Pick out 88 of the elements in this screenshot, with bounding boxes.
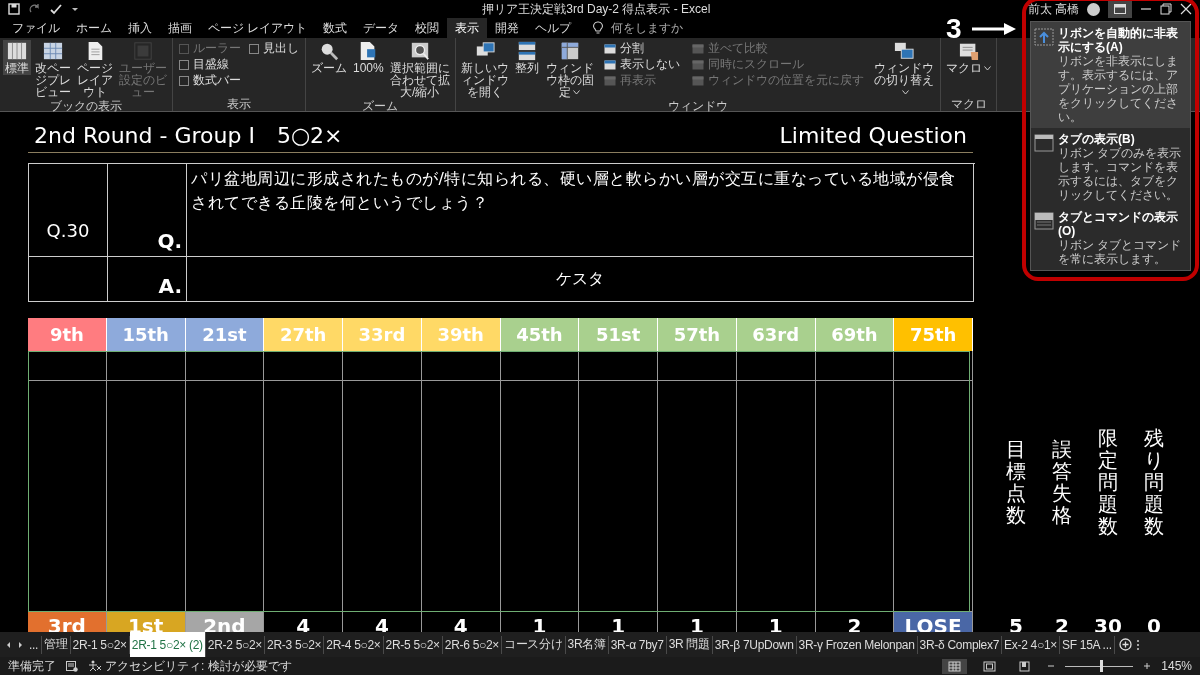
window-title: 押リア王決定戦3rd Day-2 得点表示 - Excel bbox=[481, 0, 712, 18]
stat-label: 誤答失格 bbox=[1052, 437, 1072, 526]
stat-label: 目標点数 bbox=[1006, 437, 1026, 526]
column-header: 9th bbox=[28, 318, 107, 351]
sheet-tab[interactable]: 2R-6 5○2× bbox=[442, 635, 503, 654]
table-cell: パリ盆地周辺に形成されたものが/特に知られる、硬い層と軟らかい層が交互に重なっている地域が侵食されてできる丘陵を何というでしょう？ bbox=[187, 164, 974, 257]
ribbon-button[interactable]: 選択範囲に合わせて拡大/縮小 bbox=[387, 40, 452, 99]
column-header: 39th bbox=[421, 318, 501, 351]
ribbon-button[interactable]: ズーム bbox=[309, 40, 349, 75]
sheet-tab[interactable]: SF 15A ... bbox=[1060, 635, 1115, 654]
zoom-level[interactable]: 145% bbox=[1161, 659, 1192, 673]
ribbon-tab[interactable]: 校閲 bbox=[407, 18, 448, 38]
table-cell: ケスタ bbox=[187, 257, 974, 302]
ribbon-tab[interactable]: 描画 bbox=[160, 18, 200, 38]
menu-item-description: リボン タブとコマンドを常に表示します。 bbox=[1058, 238, 1183, 266]
menu-item-title: タブの表示(B) bbox=[1058, 132, 1136, 146]
ribbon-button[interactable]: ページレイアウト bbox=[75, 40, 115, 99]
checkbox-label: 数式バー bbox=[193, 72, 241, 89]
search-field[interactable]: 何をしますか bbox=[609, 20, 714, 36]
column-header: 57th bbox=[658, 318, 737, 351]
sheet-tab[interactable]: 3R-γ Frozen Melonpan bbox=[796, 635, 918, 654]
ribbon-button[interactable]: 新しいウィンドウを開く bbox=[458, 40, 511, 99]
status-text: 準備完了 bbox=[8, 657, 56, 675]
ribbon-button[interactable]: 分割 bbox=[602, 41, 683, 56]
menu-item[interactable]: リボンを自動的に非表示にする(A) リボンを非表示にします。表示するには、アプリケーションの上部をクリックしてください。 bbox=[1031, 22, 1190, 128]
ribbon-tab[interactable]: ホーム bbox=[68, 18, 120, 38]
ribbon-button[interactable]: 改ページプレビュー bbox=[33, 40, 73, 99]
column-header: 45th bbox=[500, 318, 580, 351]
column-header: 51st bbox=[579, 318, 658, 351]
menu-item[interactable]: タブの表示(B) リボン タブのみを表示します。コマンドを表示するには、タブをクリックしてください。 bbox=[1031, 128, 1190, 206]
column-header: 15th bbox=[106, 318, 186, 351]
checkbox-label: ルーラー bbox=[193, 40, 241, 57]
menu-item-description: リボン タブのみを表示します。コマンドを表示するには、タブをクリックしてください。 bbox=[1058, 146, 1183, 202]
stat-label: 残り問題数 bbox=[1144, 426, 1164, 537]
checkbox-label: 目盛線 bbox=[193, 56, 229, 73]
sheet-tab[interactable]: コース分け bbox=[502, 635, 566, 654]
ribbon-tab[interactable]: ページ レイアウト bbox=[200, 18, 316, 38]
more-tabs-button[interactable]: ... bbox=[26, 635, 43, 654]
sheet-tab[interactable]: 2R-1 5○2× bbox=[70, 635, 130, 654]
sheet-subtitle: Limited Question bbox=[779, 123, 968, 148]
group-label: ブックの表示 bbox=[49, 99, 123, 113]
group-label: ウィンドウ bbox=[667, 99, 730, 113]
ribbon-tab[interactable]: ファイル bbox=[4, 18, 68, 38]
column-header: 69th bbox=[815, 318, 895, 351]
ribbon-tab[interactable]: 数式 bbox=[315, 18, 356, 38]
ribbon-button[interactable]: ウィンドウの切り替え bbox=[871, 40, 938, 99]
sheet-tab[interactable]: 3R 問題 bbox=[666, 635, 713, 654]
ribbon-tab[interactable]: 開発 bbox=[487, 18, 528, 38]
group-label: マクロ bbox=[950, 97, 988, 111]
sheet-tab[interactable]: 2R-5 5○2× bbox=[383, 635, 443, 654]
ribbon-button[interactable]: 表示しない bbox=[602, 57, 683, 72]
menu-item[interactable]: タブとコマンドの表示(O) リボン タブとコマンドを常に表示します。 bbox=[1031, 206, 1190, 270]
sheet-tab[interactable]: Ex-2 4○1× bbox=[1002, 635, 1060, 654]
ribbon-button[interactable]: ウィンドウ枠の固定 bbox=[542, 40, 598, 99]
menu-item-title: タブとコマンドの表示(O) bbox=[1058, 210, 1179, 238]
sheet-tab[interactable]: 3R-α 7by7 bbox=[608, 635, 667, 654]
sheet-title: 2nd Round - Group I 5○2× bbox=[33, 121, 343, 150]
table-cell: Q.30 bbox=[29, 164, 108, 257]
column-header: 63rd bbox=[736, 318, 816, 351]
checkbox-label: 見出し bbox=[263, 40, 299, 57]
group-label: ズーム bbox=[361, 99, 400, 113]
table-cell: Q. bbox=[108, 164, 187, 257]
ribbon-tab[interactable]: データ bbox=[355, 18, 408, 38]
ribbon-tab[interactable]: ヘルプ bbox=[527, 18, 580, 38]
column-header: 21st bbox=[185, 318, 265, 351]
ribbon-tab[interactable]: 挿入 bbox=[120, 18, 160, 38]
sheet-tab[interactable]: 2R-4 5○2× bbox=[324, 635, 384, 654]
user-name: 前太 高橋 bbox=[1027, 0, 1079, 18]
sheet-tab[interactable]: 管理 bbox=[42, 635, 71, 654]
sheet-tab[interactable]: 3R-δ Complex7 bbox=[917, 635, 1003, 654]
sheet-tab[interactable]: 2R-1 5○2× (2) bbox=[129, 632, 206, 657]
accessibility-status[interactable]: アクセシビリティ: 検討が必要です bbox=[105, 657, 292, 675]
menu-item-title: リボンを自動的に非表示にする(A) bbox=[1058, 26, 1179, 54]
column-header: 27th bbox=[264, 318, 343, 351]
table-cell: A. bbox=[108, 257, 187, 302]
stat-label: 限定問題数 bbox=[1098, 426, 1118, 537]
ribbon-button[interactable]: 100% bbox=[351, 40, 386, 75]
column-header: 33rd bbox=[343, 318, 422, 351]
ribbon-button[interactable]: 整列 bbox=[512, 40, 541, 75]
column-header: 75th bbox=[894, 318, 973, 351]
ribbon-button[interactable]: 標準 bbox=[3, 40, 31, 75]
ribbon-tab[interactable]: 表示 bbox=[447, 18, 488, 38]
sheet-tab[interactable]: 2R-2 5○2× bbox=[205, 635, 266, 654]
menu-item-description: リボンを非表示にします。表示するには、アプリケーションの上部をクリックしてください。 bbox=[1058, 54, 1179, 124]
sheet-tab[interactable]: 3R名簿 bbox=[565, 635, 609, 654]
sheet-tab[interactable]: 2R-3 5○2× bbox=[265, 635, 325, 654]
sheet-tab[interactable]: 3R-β 7UpDown bbox=[712, 635, 797, 654]
group-label: 表示 bbox=[226, 97, 252, 111]
